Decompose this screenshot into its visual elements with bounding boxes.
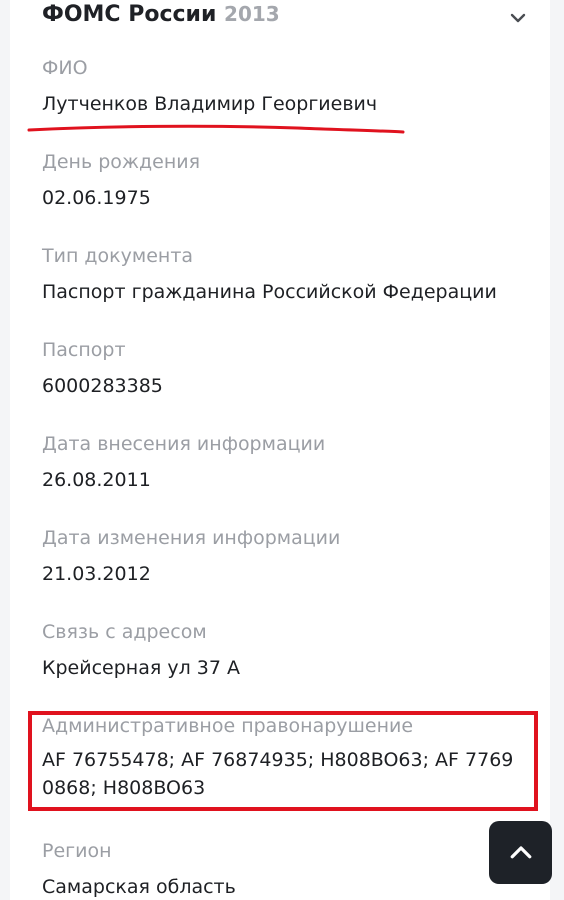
field-fio: ФИО Лутченков Владимир Георгиевич bbox=[42, 56, 532, 118]
field-value: Паспорт гражданина Российской Федерации bbox=[42, 281, 497, 303]
scroll-to-top-button[interactable] bbox=[489, 821, 552, 884]
field-label: Дата изменения информации bbox=[42, 527, 341, 549]
red-box-annotation bbox=[28, 711, 538, 811]
field-document-type: Тип документа Паспорт гражданина Российс… bbox=[42, 244, 532, 306]
field-label: Регион bbox=[42, 840, 112, 862]
field-region: Регион Самарская область bbox=[42, 839, 532, 900]
field-value: 21.03.2012 bbox=[42, 563, 151, 585]
field-passport: Паспорт 6000283385 bbox=[42, 338, 532, 400]
card-title: ФОМС России 2013 bbox=[42, 2, 280, 27]
field-label: Связь с адресом bbox=[42, 621, 207, 643]
field-label: Тип документа bbox=[42, 245, 194, 267]
page: ФОМС России 2013 ФИО Лутченков Владимир … bbox=[0, 0, 564, 900]
field-value: Крейсерная ул 37 А bbox=[42, 657, 240, 679]
field-label: ФИО bbox=[42, 57, 88, 79]
chevron-down-icon[interactable] bbox=[506, 6, 530, 30]
field-label: Дата внесения информации bbox=[42, 433, 326, 455]
red-underline-annotation bbox=[27, 124, 405, 134]
field-value: 26.08.2011 bbox=[42, 469, 151, 491]
field-value: Лутченков Владимир Георгиевич bbox=[42, 93, 378, 115]
card-year: 2013 bbox=[224, 2, 280, 26]
field-date-added: Дата внесения информации 26.08.2011 bbox=[42, 432, 532, 494]
field-address: Связь с адресом Крейсерная ул 37 А bbox=[42, 620, 532, 682]
field-value: 02.06.1975 bbox=[42, 187, 151, 209]
field-value: 6000283385 bbox=[42, 375, 163, 397]
field-label: День рождения bbox=[42, 151, 201, 173]
field-date-modified: Дата изменения информации 21.03.2012 bbox=[42, 526, 532, 588]
field-birthdate: День рождения 02.06.1975 bbox=[42, 150, 532, 212]
field-label: Паспорт bbox=[42, 339, 126, 361]
card-title-text: ФОМС России bbox=[42, 2, 217, 27]
field-value: Самарская область bbox=[42, 876, 236, 898]
chevron-up-icon bbox=[510, 845, 531, 858]
card-header[interactable]: ФОМС России 2013 bbox=[42, 0, 532, 40]
